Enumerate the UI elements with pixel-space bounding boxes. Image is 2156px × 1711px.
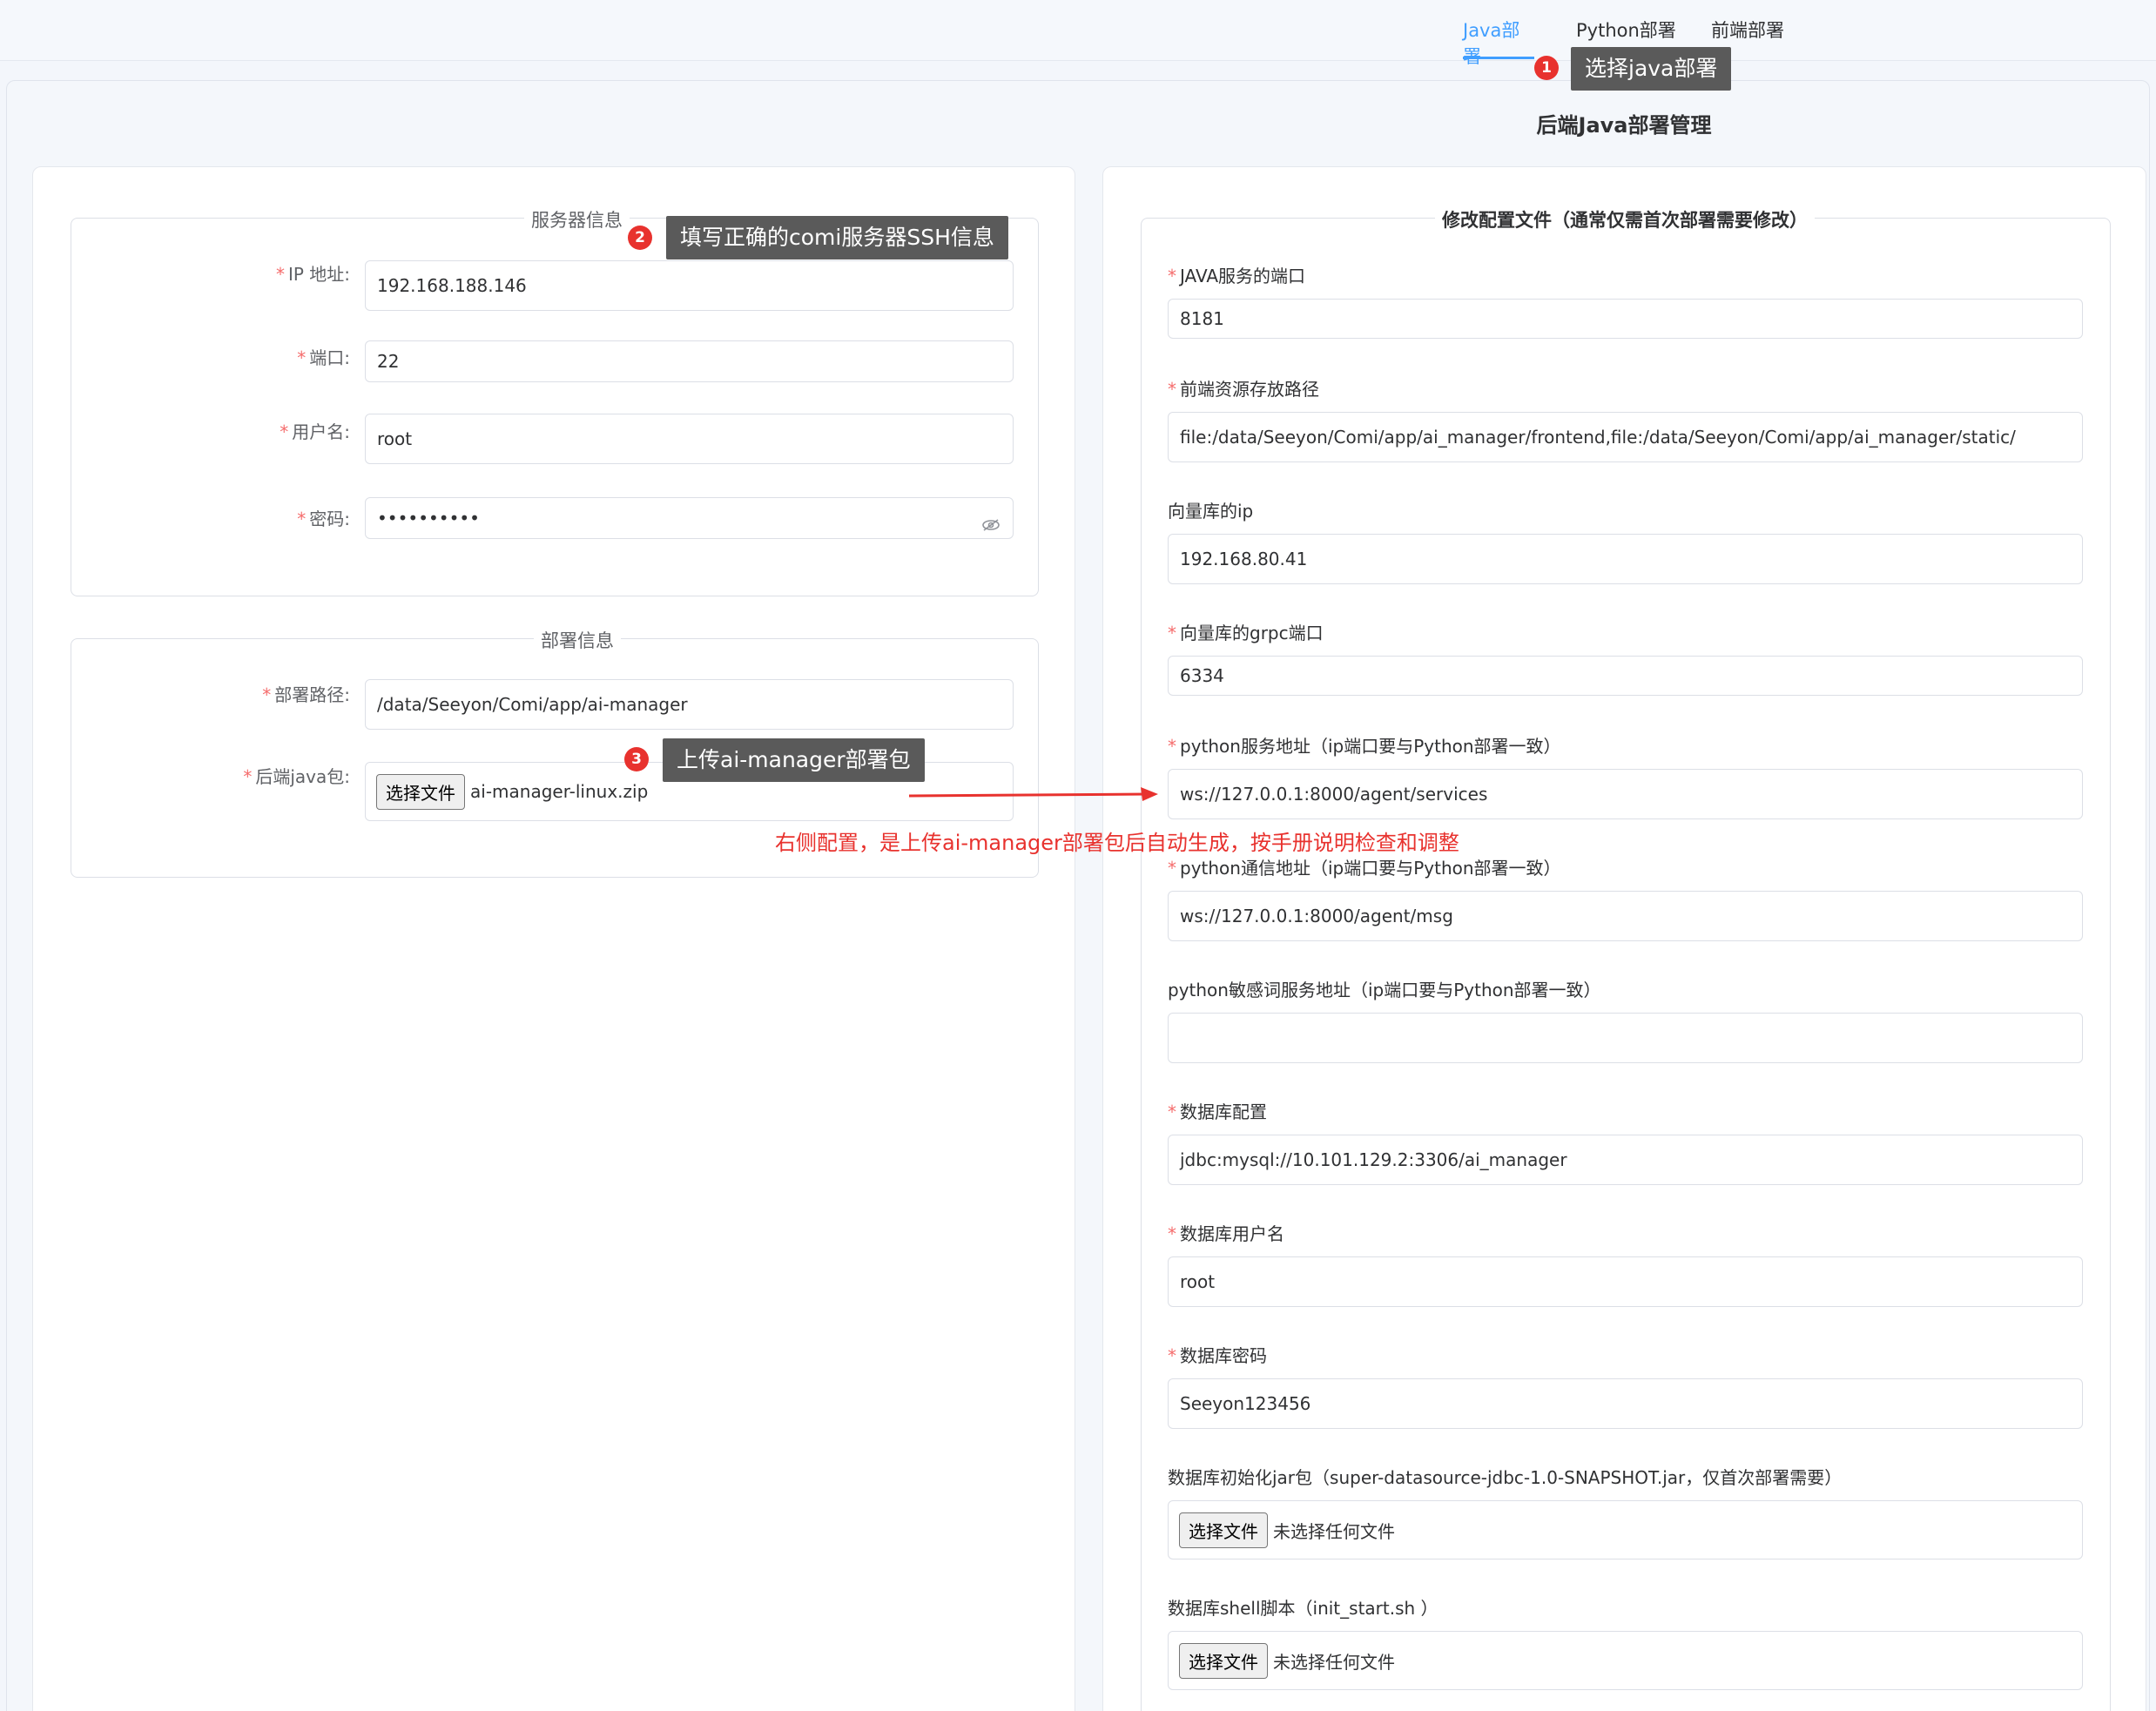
python-sensitive-label: python敏感词服务地址（ip端口要与Python部署一致） <box>1168 980 1601 1000</box>
password-input[interactable]: •••••••••• <box>365 497 1014 539</box>
annotation-badge-3: 3 <box>624 747 649 771</box>
annotation-badge-2: 2 <box>628 226 652 250</box>
db-password-label: * 数据库密码 <box>1168 1345 1267 1366</box>
vector-ip-label: 向量库的ip <box>1168 501 1254 522</box>
package-file-name: ai-manager-linux.zip <box>470 781 649 802</box>
deploy-info-legend: 部署信息 <box>534 627 621 653</box>
db-user-label: * 数据库用户名 <box>1168 1223 1284 1244</box>
jar-choose-file-button[interactable]: 选择文件 <box>1179 1512 1268 1548</box>
config-legend: 修改配置文件（通常仅需首次部署需要修改） <box>1435 206 1815 232</box>
db-init-jar-label: 数据库初始化jar包（super-datasource-jdbc-1.0-SNA… <box>1168 1467 1843 1488</box>
db-config-label: * 数据库配置 <box>1168 1101 1267 1122</box>
java-package-label: * 后端java包: <box>243 766 350 787</box>
vector-grpc-port-label: * 向量库的grpc端口 <box>1168 623 1324 643</box>
python-service-input[interactable]: ws://127.0.0.1:8000/agent/services <box>1168 769 2083 819</box>
password-label: * 密码: <box>297 509 350 529</box>
python-service-label: * python服务地址（ip端口要与Python部署一致） <box>1168 736 1561 757</box>
choose-file-button[interactable]: 选择文件 <box>376 773 465 810</box>
ip-label: * IP 地址: <box>275 264 350 285</box>
eye-off-icon[interactable] <box>981 515 1001 536</box>
annotation-callout-2: 填写正确的comi服务器SSH信息 <box>666 216 1008 259</box>
java-port-input[interactable]: 8181 <box>1168 299 2083 339</box>
db-user-input[interactable]: root <box>1168 1256 2083 1307</box>
vector-ip-input[interactable]: 192.168.80.41 <box>1168 534 2083 584</box>
port-label: * 端口: <box>297 347 350 368</box>
python-msg-input[interactable]: ws://127.0.0.1:8000/agent/msg <box>1168 891 2083 941</box>
port-input[interactable]: 22 <box>365 340 1014 382</box>
username-input[interactable]: root <box>365 414 1014 464</box>
db-shell-input[interactable]: 选择文件 未选择任何文件 <box>1168 1631 2083 1690</box>
python-sensitive-input[interactable] <box>1168 1013 2083 1063</box>
frontend-path-input[interactable]: file:/data/Seeyon/Comi/app/ai_manager/fr… <box>1168 412 2083 462</box>
password-value: •••••••••• <box>377 508 480 529</box>
annotation-note: 右侧配置，是上传ai-manager部署包后自动生成，按手册说明检查和调整 <box>775 831 1459 855</box>
server-info-legend: 服务器信息 <box>524 206 630 232</box>
annotation-arrow-icon <box>908 787 1158 801</box>
deploy-path-label: * 部署路径: <box>262 684 350 705</box>
db-password-input[interactable]: Seeyon123456 <box>1168 1378 2083 1429</box>
db-shell-label: 数据库shell脚本（init_start.sh ） <box>1168 1598 1438 1619</box>
db-config-input[interactable]: jdbc:mysql://10.101.129.2:3306/ai_manage… <box>1168 1135 2083 1185</box>
frontend-path-label: * 前端资源存放路径 <box>1168 379 1319 400</box>
annotation-callout-3: 上传ai-manager部署包 <box>663 738 925 782</box>
deploy-path-input[interactable]: /data/Seeyon/Comi/app/ai-manager <box>365 679 1014 730</box>
jar-no-file-text: 未选择任何文件 <box>1273 1520 1395 1542</box>
shell-choose-file-button[interactable]: 选择文件 <box>1179 1642 1268 1679</box>
annotation-badge-1: 1 <box>1534 56 1559 80</box>
annotation-callout-1: 选择java部署 <box>1571 47 1732 91</box>
right-card: 修改配置文件（通常仅需首次部署需要修改） * JAVA服务的端口 8181 * 前端… <box>1102 166 2146 1711</box>
db-init-jar-input[interactable]: 选择文件 未选择任何文件 <box>1168 1500 2083 1559</box>
top-tab-bar: Java部署 Python部署 前端部署 <box>0 0 2156 67</box>
tab-java-deploy[interactable]: Java部署 <box>1463 17 1534 67</box>
username-label: * 用户名: <box>280 421 350 442</box>
java-port-label: * JAVA服务的端口 <box>1168 266 1306 286</box>
vector-grpc-port-input[interactable]: 6334 <box>1168 656 2083 696</box>
config-section: 修改配置文件（通常仅需首次部署需要修改） * JAVA服务的端口 8181 * 前端… <box>1141 206 2111 1711</box>
server-info-section: 服务器信息 * IP 地址: 192.168.188.146 * 端口: 22 * 用… <box>71 206 1039 596</box>
ip-input[interactable]: 192.168.188.146 <box>365 260 1014 311</box>
python-msg-label: * python通信地址（ip端口要与Python部署一致） <box>1168 858 1561 879</box>
shell-no-file-text: 未选择任何文件 <box>1273 1651 1395 1673</box>
page-title: 后端Java部署管理 <box>1536 113 1712 138</box>
left-card: 服务器信息 * IP 地址: 192.168.188.146 * 端口: 22 * 用… <box>32 166 1075 1711</box>
